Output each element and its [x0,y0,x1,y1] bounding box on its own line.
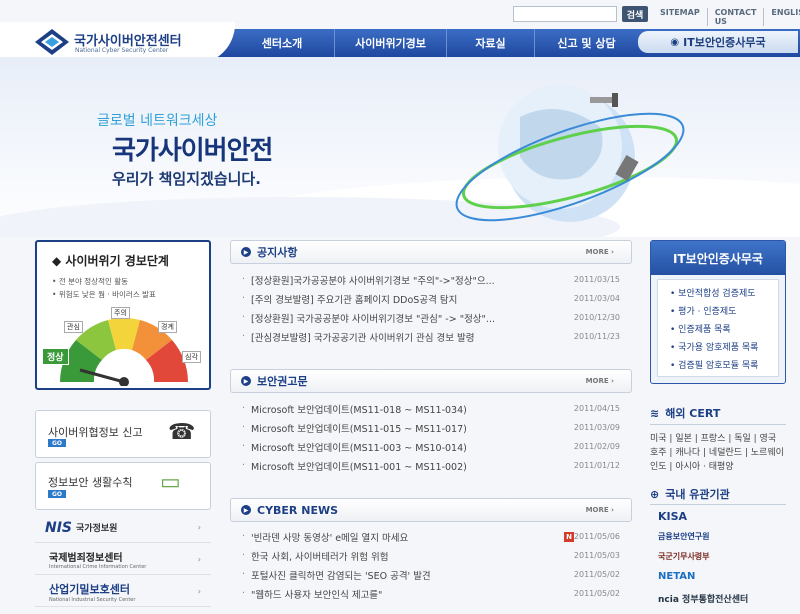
globe-icon: ◉ [670,36,680,48]
overseas-cert-title: 해외 CERT [665,407,721,420]
nav-cyber-alert[interactable]: 사이버위기경보 [334,29,446,57]
notice-more-link[interactable]: MORE › [586,248,614,256]
cyber-news-title: CYBER NEWS [257,503,339,517]
list-item[interactable]: · Microsoft 보안업데이트(MS11-015 ~ MS11-017) 20… [242,418,632,437]
list-item[interactable]: · "웹하드 사용자 보안인식 제고를" 2011/05/02 [242,584,632,603]
partner-kisa[interactable]: KISA [658,510,687,523]
org-nis[interactable]: NIS 국가정보원 › [35,513,211,543]
visual-subtitle: 글로벌 네트워크세상 [97,113,218,129]
overseas-cert-links[interactable]: 미국 | 일본 | 프랑스 | 독일 | 영국 호주 | 캐나다 | 네덜란드 … [650,432,790,474]
list-item[interactable]: · [정상환원] 국가공공분야 사이버위기경보 "관심" -> "정상"... 20… [242,308,632,327]
level-caution: 주의 [111,307,130,319]
cyber-news-section: ▶ CYBER NEWS MORE › · '빈라덴 사망 동영상' e메일 열지… [230,498,632,601]
sitemap-link[interactable]: SITEMAP [660,8,707,26]
alert-title-text: 사이버위기 경보단계 [65,254,169,268]
org-industrial-security[interactable]: 산업기밀보호센터 National Industrial Security Ce… [35,577,211,607]
search-button[interactable]: 검색 [622,6,648,22]
crime-center-name: 국제범죄정보센터 [49,553,123,564]
list-item[interactable]: · [관심경보발령] 국가공공기관 사이버위기 관심 경보 발령 2010/11/2… [242,327,632,346]
logo-subtitle: National Cyber Security Center [75,47,169,54]
list-item[interactable]: · 포털사진 클릭하면 감염되는 'SEO 공격' 발견 2011/05/02 [242,565,632,584]
new-badge: N [564,531,574,542]
crime-center-en: International Crime Information Center [49,564,147,570]
advisory-section: ▶ 보안권고문 MORE › · Microsoft 보안업데이트(MS11-01… [230,369,632,473]
list-item[interactable]: · Microsoft 보안업데이트(MS11-003 ~ MS10-014) 20… [242,437,632,456]
advisory-header: ▶ 보안권고문 [230,369,632,393]
alert-desc-2: • 위험도 낮은 웜 · 바이러스 발표 [52,290,156,299]
nav-it-cert[interactable]: ◉ IT보안인증사무국 [638,31,798,53]
list-item[interactable]: · Microsoft 보안업데이트(MS11-001 ~ MS11-002) 20… [242,456,632,475]
security-rules-go[interactable]: GO [48,490,66,498]
phone-icon: ☎ [168,420,196,445]
list-item[interactable]: · [정상환원]국가공공분야 사이버위기경보 "주의"->"정상"으... 2011… [242,270,632,289]
notice-header: ▶ 공지사항 [230,240,632,264]
it-cert-item[interactable]: • 검증필 암호모듈 목록 [670,358,758,371]
layers-icon: ≋ [650,406,660,420]
industrial-security-en: National Industrial Security Center [49,596,136,603]
utility-links: SITEMAP CONTACT US ENGLISH [660,8,800,26]
partner-fsi[interactable]: 금융보안연구원 [658,531,710,542]
nis-label: 국가정보원 [76,524,118,534]
threat-report-label: 사이버위협정보 신고 [48,426,143,439]
notice-section: ▶ 공지사항 MORE › · [정상환원]국가공공분야 사이버위기경보 "주의"… [230,240,632,344]
alert-desc-1: • 전 분야 정상적인 활동 [52,277,129,286]
chevron-right-icon: › [197,587,201,596]
list-item[interactable]: · [주의 경보발령] 주요기관 홈페이지 DDoS공격 탐지 2011/03/04 [242,289,632,308]
overseas-cert-header: ≋ 해외 CERT [650,405,720,421]
list-item[interactable]: · 한국 사회, 사이버테러가 위험 위험 2011/05/03 [242,546,632,565]
nav-center-intro[interactable]: 센터소개 [230,29,334,57]
arrow-right-icon: ▶ [241,505,251,515]
arrow-right-icon: ▶ [241,247,251,257]
security-rules-label: 정보보안 생활수칙 [48,476,133,489]
level-interest: 관심 [64,321,83,333]
domestic-header: ⊕ 국내 유관기관 [650,486,730,502]
level-normal: 정상 [42,348,69,365]
arrow-right-icon: ▶ [241,376,251,386]
globe-icon: ⊕ [650,487,660,501]
list-item[interactable]: · Microsoft 보안업데이트(MS11-018 ~ MS11-034) 20… [242,399,632,418]
it-cert-item[interactable]: • 보안적합성 검증제도 [670,286,756,299]
level-serious: 심각 [182,351,201,363]
partner-netan[interactable]: NETAN [658,571,695,582]
contact-link[interactable]: CONTACT US [706,8,764,26]
partner-dsc[interactable]: 국군기무사령부 [658,551,710,562]
book-icon: ▭ [160,470,181,495]
org-crime-center[interactable]: 국제범죄정보센터 International Crime Information… [35,545,211,575]
list-item[interactable]: · '빈라덴 사망 동영상' e메일 열지 마세요 N 2011/05/06 [242,527,632,546]
cyber-news-header: ▶ CYBER NEWS [230,498,632,522]
logo-icon [35,29,69,55]
english-link[interactable]: ENGLISH [763,8,800,26]
it-cert-title[interactable]: IT보안인증사무국 [651,241,785,275]
advisory-title: 보안권고문 [257,375,308,388]
utility-search: 검색 [513,6,648,22]
nav-it-cert-label: IT보안인증사무국 [683,36,766,49]
partner-ncia[interactable]: ncia 정부통합전산센터 [658,592,748,605]
nav-report[interactable]: 신고 및 상담 [534,29,638,57]
level-alert: 경계 [158,321,177,333]
advisory-more-link[interactable]: MORE › [586,377,614,385]
alert-title: ◆ 사이버위기 경보단계 [52,254,169,268]
chevron-right-icon: › [197,555,201,564]
it-cert-item[interactable]: • 인증제품 목록 [670,322,731,335]
divider [650,424,786,425]
it-cert-panel: IT보안인증사무국 • 보안적합성 검증제도 • 평가 · 인증제도 • 인증제… [650,240,786,384]
it-cert-list: • 보안적합성 검증제도 • 평가 · 인증제도 • 인증제품 목록 • 국가용… [657,279,779,377]
chevron-right-icon: › [197,523,201,532]
industrial-security-name: 산업기밀보호센터 [49,582,130,596]
it-cert-item[interactable]: • 평가 · 인증제도 [670,304,736,317]
domestic-title: 국내 유관기관 [665,488,730,501]
visual-description: 우리가 책임지겠습니다. [112,170,261,188]
nis-logo: NIS [45,519,73,536]
divider [650,504,786,505]
visual-title: 국가사이버안전 [112,136,273,166]
threat-report-go[interactable]: GO [48,439,66,447]
search-input[interactable] [513,6,617,22]
nav-library[interactable]: 자료실 [446,29,534,57]
it-cert-item[interactable]: • 국가용 암호제품 목록 [670,340,758,353]
cyber-news-more-link[interactable]: MORE › [586,506,614,514]
notice-title: 공지사항 [257,246,298,259]
main-nav: 센터소개 사이버위기경보 자료실 신고 및 상담 [230,29,638,57]
